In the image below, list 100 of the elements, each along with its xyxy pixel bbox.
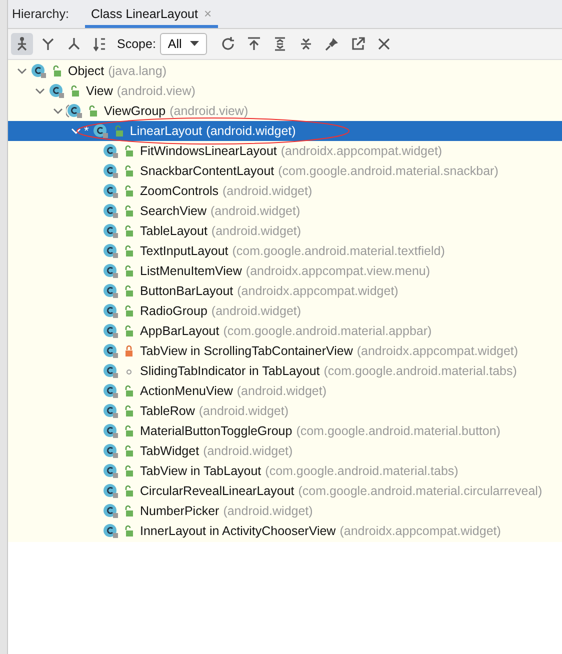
class-name: SearchView xyxy=(140,204,206,218)
package-name: (com.google.android.material.button) xyxy=(296,424,500,438)
unlocked-icon xyxy=(123,485,135,497)
tree-item[interactable]: NumberPicker (android.widget) xyxy=(8,501,562,521)
tree-item[interactable]: TableRow (android.widget) xyxy=(8,401,562,421)
tree-item[interactable]: TextInputLayout (com.google.android.material.textfield) xyxy=(8,241,562,261)
class-icon xyxy=(48,83,66,99)
marker: * xyxy=(84,124,89,138)
class-name: NumberPicker xyxy=(140,504,220,518)
class-icon xyxy=(102,403,120,419)
tree-item[interactable]: SnackbarContentLayout (com.google.android.material.snackbar) xyxy=(8,161,562,181)
hierarchy-icon[interactable] xyxy=(11,33,33,55)
class-icon xyxy=(102,243,120,259)
tree-item[interactable]: SearchView (android.widget) xyxy=(8,201,562,221)
class-name: InnerLayout in ActivityChooserView xyxy=(140,524,336,538)
class-icon xyxy=(102,483,120,499)
unlocked-icon xyxy=(123,265,135,277)
unlocked-icon xyxy=(51,65,63,77)
unlocked-icon xyxy=(123,405,135,417)
class-icon xyxy=(102,343,120,359)
class-icon xyxy=(102,523,120,539)
class-icon xyxy=(102,363,120,379)
tree-item[interactable]: TabWidget (android.widget) xyxy=(8,441,562,461)
package-name: (com.google.android.material.circularreveal) xyxy=(298,484,542,498)
unlocked-icon xyxy=(123,465,135,477)
class-name: LinearLayout xyxy=(130,124,202,138)
package-name: (java.lang) xyxy=(108,64,167,78)
class-icon xyxy=(102,423,120,439)
unlocked-icon xyxy=(112,125,125,137)
tree-item[interactable]: ViewGroup (android.view) xyxy=(8,101,562,121)
tree-item[interactable]: ActionMenuView (android.widget) xyxy=(8,381,562,401)
tree-item[interactable]: ZoomControls (android.widget) xyxy=(8,181,562,201)
unlocked-icon xyxy=(123,305,135,317)
package-name: (androidx.appcompat.widget) xyxy=(340,524,501,538)
package-name: (android.widget) xyxy=(203,444,293,458)
class-icon xyxy=(102,263,120,279)
tree-item[interactable]: RadioGroup (android.widget) xyxy=(8,301,562,321)
unlocked-icon xyxy=(123,145,135,157)
package-name: (androidx.appcompat.widget) xyxy=(356,344,518,358)
package-name: (com.google.android.material.appbar) xyxy=(223,324,432,338)
package-name: (androidx.appcompat.widget) xyxy=(237,284,398,298)
scope-label: Scope: xyxy=(117,37,156,51)
class-icon xyxy=(102,463,120,479)
class-icon xyxy=(102,443,120,459)
tree-item[interactable]: TabView in TabLayout (com.google.android.material.tabs) xyxy=(8,461,562,481)
tree-item[interactable]: AppBarLayout (com.google.android.material.appbar) xyxy=(8,321,562,341)
class-name: TabView in TabLayout xyxy=(140,464,262,478)
class-icon xyxy=(102,303,120,319)
class-icon xyxy=(102,203,120,219)
class-name: CircularRevealLinearLayout xyxy=(140,484,294,498)
package-name: (android.widget) xyxy=(206,124,296,138)
class-name: FitWindowsLinearLayout xyxy=(140,144,277,158)
package-name: (android.widget) xyxy=(211,224,302,238)
package-name: (android.widget) xyxy=(211,304,302,318)
unlocked-icon xyxy=(123,505,135,517)
tree-item[interactable]: ButtonBarLayout (androidx.appcompat.widget) xyxy=(8,281,562,301)
tree-item[interactable]: TableLayout (android.widget) xyxy=(8,221,562,241)
class-icon xyxy=(102,503,120,519)
unlocked-icon xyxy=(87,105,99,117)
unlocked-icon xyxy=(123,425,135,437)
package-name: (androidx.appcompat.view.menu) xyxy=(246,264,430,278)
tree-item[interactable]: Object (java.lang) xyxy=(8,61,562,81)
tree-item[interactable]: ListMenuItemView (androidx.appcompat.view.menu) xyxy=(8,261,562,281)
unlocked-icon xyxy=(123,325,135,337)
class-icon xyxy=(102,183,120,199)
lock-icon xyxy=(123,345,135,357)
tree-item[interactable]: TabView in ScrollingTabContainerView (androidx.appcompat.widget) xyxy=(8,341,562,361)
unlocked-icon xyxy=(123,445,135,457)
unlocked-icon xyxy=(69,85,81,97)
class-icon xyxy=(102,283,120,299)
class-icon xyxy=(102,143,120,159)
tree-item[interactable]: InnerLayout in ActivityChooserView (androidx.appcompat.widget) xyxy=(8,521,562,541)
class-icon xyxy=(92,123,110,139)
unlocked-icon xyxy=(123,225,135,237)
unlocked-icon xyxy=(123,245,135,257)
class-name: ViewGroup xyxy=(104,104,166,118)
package-name: (com.google.android.material.tabs) xyxy=(265,464,458,478)
package-name: (android.widget) xyxy=(236,384,327,398)
scope-dropdown[interactable]: All xyxy=(160,33,207,55)
class-name: ZoomControls xyxy=(140,184,218,198)
tree-item[interactable]: MaterialButtonToggleGroup (com.google.android.material.button) xyxy=(8,421,562,441)
unlocked-icon xyxy=(123,385,135,397)
class-name: SnackbarContentLayout xyxy=(140,164,274,178)
unlocked-icon xyxy=(123,185,135,197)
package-name: (android.view) xyxy=(116,84,196,98)
package-name: (android.widget) xyxy=(210,204,300,218)
tree-item[interactable]: FitWindowsLinearLayout (androidx.appcompat.widget) xyxy=(8,141,562,161)
unlocked-icon xyxy=(123,525,135,537)
class-icon xyxy=(30,63,48,79)
tree-item[interactable]: SlidingTabIndicator in TabLayout (com.google.android.material.tabs) xyxy=(8,361,562,381)
class-name: TableRow xyxy=(140,404,195,418)
class-icon xyxy=(102,323,120,339)
tree-item[interactable]: View (android.view) xyxy=(8,81,562,101)
package-name: (android.widget) xyxy=(223,504,313,518)
class-name: TabWidget xyxy=(140,444,200,458)
tree-item[interactable]: CircularRevealLinearLayout (com.google.android.material.circularreveal) xyxy=(8,481,562,501)
package-name: (android.widget) xyxy=(222,184,312,198)
class-name: ListMenuItemView xyxy=(140,264,242,278)
class-name: TableLayout xyxy=(140,224,208,238)
class-name: SlidingTabIndicator in TabLayout xyxy=(140,364,320,378)
